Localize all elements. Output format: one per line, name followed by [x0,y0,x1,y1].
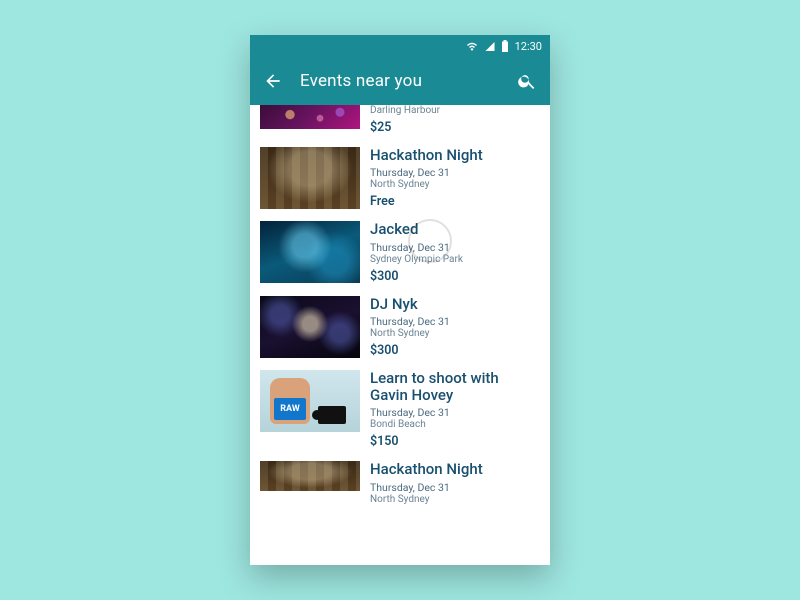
event-price: Free [370,194,540,209]
event-date: Thursday, Dec 31 [370,241,540,254]
event-location: Darling Harbour [370,105,540,116]
event-meta: Learn to shoot with Gavin HoveyThursday,… [370,370,540,450]
page-title: Events near you [300,71,516,91]
event-price: $300 [370,343,540,358]
event-meta: Hackathon Night Thursday, Dec 31North Syd… [370,461,540,504]
event-meta: DJ Nyk Thursday, Dec 31North Sydney $300 [370,296,540,358]
event-thumbnail [260,221,360,283]
event-title: Learn to shoot with Gavin Hovey [370,370,540,405]
event-item[interactable]: Jacked Thursday, Dec 31Sydney Olympic Par… [250,215,550,289]
event-thumbnail [260,296,360,358]
event-location: North Sydney [370,179,540,190]
event-title: Jacked [370,221,540,238]
event-location: Bondi Beach [370,419,540,430]
clock: 12:30 [515,40,542,53]
cell-signal-icon [484,41,495,51]
event-meta: Hackathon Night Thursday, Dec 31North Syd… [370,147,540,209]
event-meta: Darling Harbour $25 [370,105,540,135]
event-title: DJ Nyk [370,296,540,313]
event-thumbnail [260,370,360,432]
event-thumbnail [260,147,360,209]
search-button[interactable] [516,70,538,92]
event-thumbnail [260,105,360,129]
event-item[interactable]: DJ Nyk Thursday, Dec 31North Sydney $300 [250,290,550,364]
event-title: Hackathon Night [370,147,540,164]
event-location: Sydney Olympic Park [370,254,540,265]
event-date: Thursday, Dec 31 [370,406,540,419]
event-meta: Jacked Thursday, Dec 31Sydney Olympic Par… [370,221,540,283]
event-thumbnail [260,461,360,491]
event-location: North Sydney [370,494,540,505]
event-item[interactable]: Hackathon Night Thursday, Dec 31North Syd… [250,455,550,510]
event-item[interactable]: Hackathon Night Thursday, Dec 31North Syd… [250,141,550,215]
event-price: $150 [370,434,540,449]
app-bar: Events near you [250,57,550,105]
events-list[interactable]: Darling Harbour $25 Hackathon Night Thursda… [250,105,550,565]
event-price: $25 [370,120,540,135]
event-location: North Sydney [370,328,540,339]
event-item[interactable]: Darling Harbour $25 [250,105,550,141]
event-date: Thursday, Dec 31 [370,315,540,328]
event-date: Thursday, Dec 31 [370,481,540,494]
wifi-icon [466,41,478,51]
event-date: Thursday, Dec 31 [370,166,540,179]
event-price: $300 [370,269,540,284]
phone-frame: 12:30 Events near you Darling Harbour $25… [250,35,550,565]
status-bar: 12:30 [250,35,550,57]
battery-icon [501,40,509,52]
back-button[interactable] [262,70,284,92]
event-item[interactable]: Learn to shoot with Gavin HoveyThursday,… [250,364,550,456]
event-title: Hackathon Night [370,461,540,478]
